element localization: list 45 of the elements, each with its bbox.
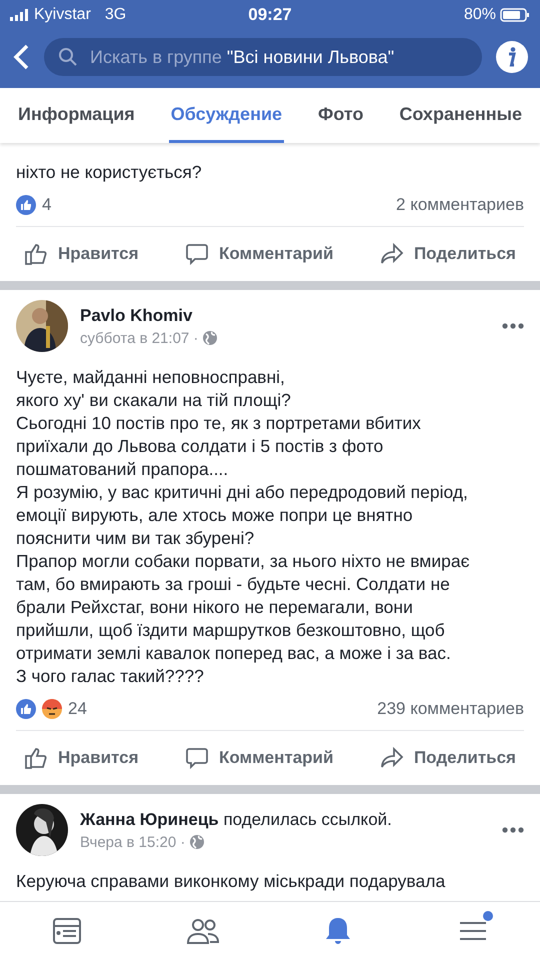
reaction-count: 24 <box>68 699 87 719</box>
post-text: Керуюча справами виконкому міськради подарувала <box>16 870 446 893</box>
like-reaction-icon <box>16 195 36 215</box>
share-arrow-icon <box>380 746 404 770</box>
more-options-icon[interactable] <box>502 827 524 833</box>
search-field[interactable]: Искать в группе "Всі новини Львова" <box>44 38 482 76</box>
share-arrow-icon <box>380 242 404 266</box>
angry-reaction-icon <box>42 699 62 719</box>
tab[interactable]: Фото <box>316 88 366 143</box>
globe-icon <box>189 834 206 850</box>
network-type: 3G <box>104 6 126 24</box>
signal-icon <box>10 9 30 21</box>
thumbs-up-icon <box>24 746 48 770</box>
globe-icon <box>202 330 218 346</box>
speech-bubble-icon <box>184 746 209 770</box>
clock-time: 09:27 <box>248 5 292 24</box>
tab[interactable]: Сохраненные <box>397 88 524 143</box>
info-icon[interactable] <box>496 41 528 73</box>
post-action-button[interactable]: Поделиться <box>380 242 516 266</box>
post-time: суббота в 21:07 · <box>80 330 198 346</box>
like-reaction-icon <box>16 699 36 719</box>
comment-count[interactable]: 239 комментариев <box>377 699 524 719</box>
search-icon <box>58 47 78 67</box>
speech-bubble-icon <box>184 242 209 266</box>
carrier-name: Kyivstar <box>34 6 91 24</box>
post-action-button[interactable]: Нравится <box>24 746 138 770</box>
post-text: Чуєте, майданні неповносправні, якого ху' ви скакали на тій площі? Сьогодні 10 постів про те, як з портретами вбитих приїхали до Львова солдати і 5 постів з фото пошматований прапора.... Я розумію, у вас критичні дні або передродовий період, емоції вирують, але хтось може попри це внятно пояснити чим ви так збурені? Прапор могли собаки порвати, за нього ніхто не вмирає там, бо вмирають за гроші - будьте чесні. Солдати не брали Рейхстаг, вони нікого не перемагали, вони прийшли, щоб їздити маршрутков безкоштовно, щоб отримати землі кавалок поперед вас, а може і за вас. З чого галас такий???? <box>16 366 470 688</box>
post-action-button[interactable]: Нравится <box>24 242 138 266</box>
thumbs-up-icon <box>24 242 48 266</box>
author-line: Pavlo Khomiv <box>80 306 194 326</box>
reaction-count: 4 <box>42 195 52 215</box>
post-action-button[interactable]: Комментарий <box>184 242 334 266</box>
more-options-icon[interactable] <box>502 323 524 329</box>
post-time: Вчера в 15:20 · <box>80 834 186 850</box>
back-icon[interactable] <box>12 43 30 71</box>
tab[interactable]: Информация <box>16 88 137 143</box>
author-line: Жанна Юринець поделилась ссылкой. <box>80 810 393 830</box>
battery-percent: 80% <box>464 6 496 24</box>
notification-dot <box>482 911 493 921</box>
news-feed-icon <box>51 915 84 947</box>
battery-icon <box>500 8 530 22</box>
comment-count[interactable]: 2 комментариев <box>396 195 524 215</box>
post-action-button[interactable]: Поделиться <box>380 746 516 770</box>
post-text: ніхто не користується? <box>16 161 203 184</box>
post-action-button[interactable]: Комментарий <box>184 746 334 770</box>
